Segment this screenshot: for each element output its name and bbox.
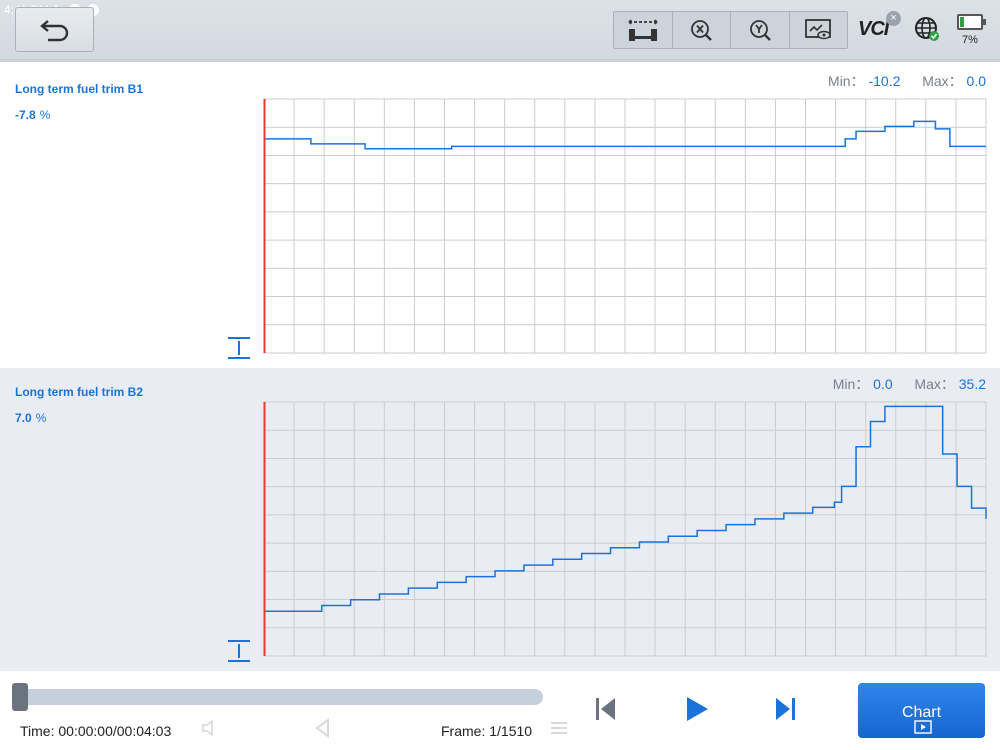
play-button[interactable]	[676, 689, 716, 729]
battery-icon	[957, 14, 986, 30]
chart-button[interactable]: Chart	[858, 683, 985, 738]
progress-thumb[interactable]	[12, 683, 28, 711]
battery-percent: 7%	[962, 34, 978, 46]
y-scale-icon[interactable]	[228, 337, 250, 359]
play-icon	[687, 697, 708, 721]
min-label: Min：	[828, 73, 865, 89]
pid-name: Long term fuel trim B2	[15, 385, 144, 399]
min-max-readout: Min： 0.0 Max： 35.2	[833, 374, 986, 394]
pid-value: -7.8%	[15, 108, 50, 122]
min-value: 0.0	[873, 376, 893, 392]
progress-slider[interactable]	[13, 689, 543, 705]
skip-first-icon	[596, 698, 615, 720]
skip-last-icon	[776, 698, 795, 720]
volume-down-icon	[202, 719, 213, 737]
video-icon	[914, 720, 932, 734]
max-value: 35.2	[958, 376, 986, 392]
min-label: Min：	[832, 376, 870, 392]
zoom-x-icon	[691, 20, 713, 41]
nav-back-icon	[315, 718, 329, 738]
zoom-y-button[interactable]	[731, 12, 790, 48]
graph-panel-b2: Long term fuel trim B2 7.0% Min： 0.0 Max…	[0, 368, 1000, 671]
zoom-y-icon	[749, 20, 771, 41]
fit-width-icon	[628, 18, 658, 41]
y-scale-icon[interactable]	[228, 640, 250, 662]
time-readout: Time: 00:00:00/00:04:03	[20, 723, 172, 739]
line-chart-b1[interactable]	[263, 98, 987, 354]
zoom-x-button[interactable]	[673, 12, 731, 48]
min-max-readout: Min： -10.2 Max： 0.0	[828, 71, 986, 91]
pid-unit: %	[39, 108, 51, 122]
max-value: 0.0	[966, 73, 986, 89]
globe-icon[interactable]	[914, 16, 940, 42]
pid-value-number: -7.8	[15, 108, 36, 122]
first-frame-button[interactable]	[585, 689, 625, 729]
vci-disconnected-icon: ×	[886, 11, 901, 26]
frame-readout: Frame: 1/1510	[441, 723, 533, 739]
vci-status[interactable]: VCI	[858, 18, 889, 41]
min-value: -10.2	[868, 73, 901, 89]
max-label: Max：	[914, 376, 955, 392]
menu-icon	[551, 722, 567, 734]
chart-tools	[613, 11, 848, 49]
pid-name: Long term fuel trim B1	[15, 82, 144, 96]
playback-bar: Time: 00:00:00/00:04:03 Frame: 1/1510 Ch…	[0, 671, 1000, 750]
line-chart-b2[interactable]	[263, 401, 987, 657]
max-label: Max：	[922, 73, 963, 89]
graph-panel-b1: Long term fuel trim B1 -7.8% Min： -10.2 …	[0, 65, 1000, 368]
back-arrow-icon	[39, 19, 68, 41]
view-record-button[interactable]	[790, 12, 848, 48]
top-toolbar: 4:41 PM	[0, 0, 1000, 62]
pid-value-number: 7.0	[15, 411, 32, 425]
pid-unit: %	[35, 411, 47, 425]
last-frame-button[interactable]	[766, 689, 806, 729]
fit-width-button[interactable]	[614, 12, 673, 48]
back-button[interactable]	[15, 7, 94, 52]
pid-value: 7.0%	[15, 411, 46, 425]
monitor-eye-icon	[805, 19, 832, 40]
